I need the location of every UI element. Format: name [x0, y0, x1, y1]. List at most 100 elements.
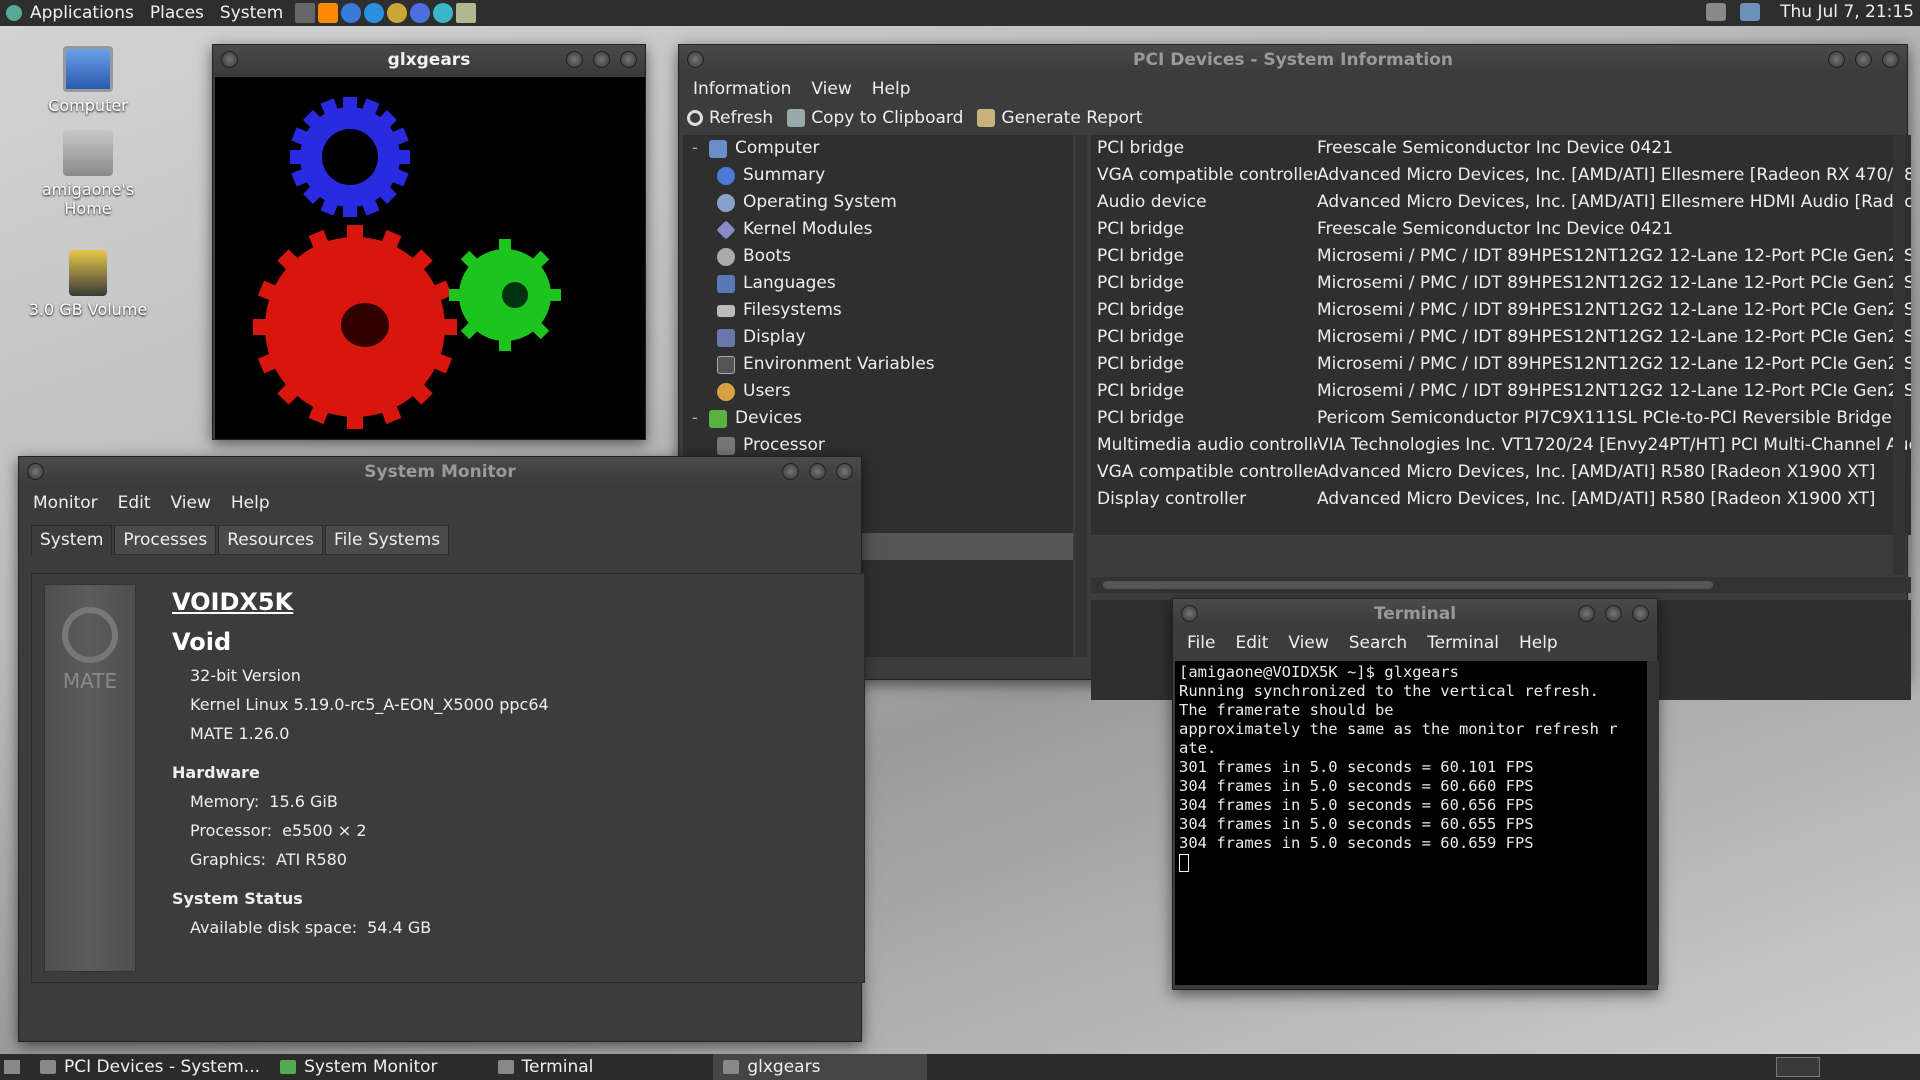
collapse-icon[interactable]: -	[687, 135, 703, 162]
desktop-icon-computer[interactable]: Computer	[28, 46, 148, 115]
device-row[interactable]: VGA compatible controller Advanced Micro …	[1091, 162, 1911, 189]
menu-file[interactable]: File	[1177, 633, 1225, 653]
menu-information[interactable]: Information	[683, 79, 801, 99]
tree-item-users[interactable]: Users	[683, 378, 1073, 405]
taskbar-item-system-information[interactable]: PCI Devices - System...	[30, 1054, 270, 1080]
maximize-icon[interactable]	[1605, 605, 1622, 622]
taskbar-item-terminal[interactable]: Terminal	[488, 1054, 604, 1080]
window-titlebar[interactable]: Terminal	[1173, 599, 1657, 629]
desktop-icon-volume[interactable]: 3.0 GB Volume	[28, 250, 148, 319]
tree-item-summary[interactable]: Summary	[683, 162, 1073, 189]
thunderbird-launcher-icon[interactable]	[364, 3, 385, 23]
refresh-button[interactable]: Refresh	[687, 108, 773, 128]
terminal-launcher-icon[interactable]	[295, 3, 316, 23]
menu-help[interactable]: Help	[1509, 633, 1568, 653]
maximize-icon[interactable]	[593, 51, 610, 68]
close-icon[interactable]	[1882, 51, 1899, 68]
vlc-launcher-icon[interactable]	[318, 3, 339, 23]
desktop-icon-home[interactable]: amigaone's Home	[28, 130, 148, 218]
system-menu[interactable]: System	[212, 3, 291, 23]
minimize-icon[interactable]	[1578, 605, 1595, 622]
terminal-window[interactable]: Terminal File Edit View Search Terminal …	[1172, 598, 1659, 990]
copy-to-clipboard-button[interactable]: Copy to Clipboard	[787, 108, 963, 128]
device-row[interactable]: Multimedia audio controller VIA Technolog…	[1091, 432, 1911, 459]
device-row[interactable]: PCI bridge Microsemi / PMC / IDT 89HPES12…	[1091, 324, 1911, 351]
taskbar-item-glxgears[interactable]: glxgears	[713, 1054, 928, 1080]
device-row[interactable]: PCI bridge Microsemi / PMC / IDT 89HPES12…	[1091, 243, 1911, 270]
menu-monitor[interactable]: Monitor	[23, 493, 108, 513]
applications-menu[interactable]: Applications	[22, 3, 142, 23]
menu-edit[interactable]: Edit	[108, 493, 161, 513]
gimp-launcher-icon[interactable]	[387, 3, 408, 23]
tab-system[interactable]: System	[31, 525, 113, 555]
tree-item-environment-variables[interactable]: Environment Variables	[683, 351, 1073, 378]
tree-item-kernel-modules[interactable]: Kernel Modules	[683, 216, 1073, 243]
device-row[interactable]: PCI bridge Freescale Semiconductor Inc De…	[1091, 216, 1911, 243]
device-row[interactable]: PCI bridge Microsemi / PMC / IDT 89HPES12…	[1091, 270, 1911, 297]
close-icon[interactable]	[620, 51, 637, 68]
device-row[interactable]: Audio device Advanced Micro Devices, Inc.…	[1091, 189, 1911, 216]
generate-report-button[interactable]: Generate Report	[977, 108, 1143, 128]
device-list-hscrollbar[interactable]	[1091, 577, 1911, 593]
device-row[interactable]: PCI bridge Microsemi / PMC / IDT 89HPES12…	[1091, 297, 1911, 324]
device-row[interactable]: VGA compatible controller Advanced Micro …	[1091, 459, 1911, 486]
window-titlebar[interactable]: glxgears	[213, 45, 645, 75]
tree-item-languages[interactable]: Languages	[683, 270, 1073, 297]
tree-item-display[interactable]: Display	[683, 324, 1073, 351]
minimize-icon[interactable]	[1828, 51, 1845, 68]
tree-item-filesystems[interactable]: Filesystems	[683, 297, 1073, 324]
tree-item-computer[interactable]: - Computer	[683, 135, 1073, 162]
device-row[interactable]: Display controller Advanced Micro Devices…	[1091, 486, 1911, 513]
mate-menu-icon[interactable]	[6, 5, 22, 21]
workspace-switcher[interactable]	[1776, 1057, 1820, 1077]
menu-view[interactable]: View	[1278, 633, 1338, 653]
glxgears-window[interactable]: glxgears	[212, 44, 646, 440]
device-row[interactable]: PCI bridge Microsemi / PMC / IDT 89HPES12…	[1091, 378, 1911, 405]
window-menu-icon[interactable]	[27, 463, 44, 480]
close-icon[interactable]	[836, 463, 853, 480]
image-viewer-launcher-icon[interactable]	[456, 3, 477, 23]
maximize-icon[interactable]	[809, 463, 826, 480]
tree-item-devices[interactable]: - Devices	[683, 405, 1073, 432]
minimize-icon[interactable]	[782, 463, 799, 480]
menu-help[interactable]: Help	[862, 79, 921, 99]
tree-item-processor[interactable]: Processor	[683, 432, 1073, 459]
menu-terminal[interactable]: Terminal	[1417, 633, 1509, 653]
clock[interactable]: Thu Jul 7, 21:15	[1780, 2, 1914, 22]
device-row[interactable]: PCI bridge Pericom Semiconductor PI7C9X11…	[1091, 405, 1911, 432]
taskbar-item-system-monitor[interactable]: System Monitor	[270, 1054, 447, 1080]
browser-launcher-icon[interactable]	[341, 3, 362, 23]
maximize-icon[interactable]	[1855, 51, 1872, 68]
terminal-scrollbar[interactable]	[1647, 661, 1659, 985]
device-list-scrollbar[interactable]	[1893, 135, 1905, 575]
window-titlebar[interactable]: System Monitor	[19, 457, 861, 487]
minimize-icon[interactable]	[566, 51, 583, 68]
tree-scrollbar[interactable]	[1075, 135, 1087, 657]
tab-resources[interactable]: Resources	[218, 525, 324, 555]
tree-item-operating-system[interactable]: Operating System	[683, 189, 1073, 216]
app-launcher-icon[interactable]	[410, 3, 431, 23]
window-menu-icon[interactable]	[1181, 605, 1198, 622]
close-icon[interactable]	[1632, 605, 1649, 622]
terminal-output[interactable]: [amigaone@VOIDX5K ~]$ glxgears Running sy…	[1175, 661, 1651, 985]
menu-view[interactable]: View	[161, 493, 221, 513]
show-desktop-icon[interactable]	[4, 1060, 20, 1074]
network-icon[interactable]	[1740, 3, 1760, 21]
window-menu-icon[interactable]	[221, 51, 238, 68]
volume-icon[interactable]	[1706, 3, 1726, 21]
window-menu-icon[interactable]	[687, 51, 704, 68]
menu-edit[interactable]: Edit	[1225, 633, 1278, 653]
tab-processes[interactable]: Processes	[114, 525, 217, 555]
globe-launcher-icon[interactable]	[433, 3, 454, 23]
menu-view[interactable]: View	[801, 79, 861, 99]
places-menu[interactable]: Places	[142, 3, 212, 23]
collapse-icon[interactable]: -	[687, 405, 703, 432]
device-row[interactable]: PCI bridge Microsemi / PMC / IDT 89HPES12…	[1091, 351, 1911, 378]
device-row[interactable]: PCI bridge Freescale Semiconductor Inc De…	[1091, 135, 1911, 162]
system-monitor-window[interactable]: System Monitor Monitor Edit View Help Sy…	[18, 456, 865, 1042]
tree-item-boots[interactable]: Boots	[683, 243, 1073, 270]
menu-help[interactable]: Help	[221, 493, 280, 513]
window-titlebar[interactable]: PCI Devices - System Information	[679, 45, 1907, 75]
tab-file-systems[interactable]: File Systems	[325, 525, 450, 555]
menu-search[interactable]: Search	[1339, 633, 1417, 653]
